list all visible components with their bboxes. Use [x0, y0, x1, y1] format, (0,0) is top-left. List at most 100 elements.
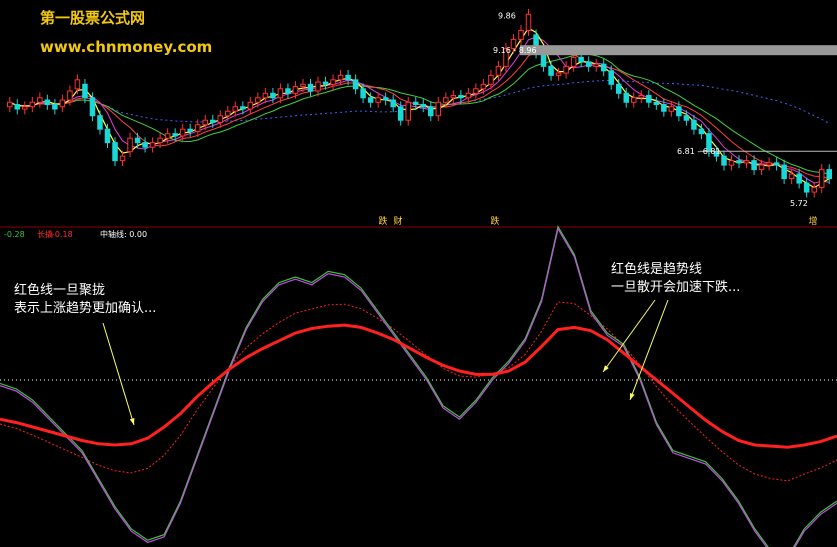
candle-body — [315, 81, 321, 92]
candle-body — [721, 155, 727, 166]
candle-body — [488, 74, 494, 85]
candle-body — [758, 164, 765, 171]
candle-body — [826, 169, 832, 180]
signal-marker: 财 — [393, 215, 402, 227]
candle-body — [232, 106, 239, 112]
candle-body — [44, 99, 51, 106]
candle-body — [578, 56, 584, 63]
candle-body — [803, 182, 810, 193]
candle-body — [225, 110, 231, 117]
candle-body — [157, 137, 163, 144]
candle-body — [82, 83, 88, 99]
candle-body — [74, 79, 81, 90]
legend-entry: -0.28 — [4, 230, 25, 239]
candle-body — [202, 119, 208, 126]
legend-entry: 中轴线: 0.00 — [100, 229, 147, 239]
candle-body — [382, 97, 389, 101]
signal-marker: 增 — [808, 215, 817, 227]
signal-marker: 跌 — [490, 216, 499, 227]
candle-body — [796, 173, 802, 184]
candle-body — [728, 160, 735, 166]
candle-body — [104, 128, 111, 144]
candle-body — [67, 90, 73, 101]
legend-entry: 长撬 — [37, 229, 53, 239]
candle-body — [149, 142, 156, 148]
candle-body — [480, 83, 487, 90]
price-band-upper — [520, 45, 837, 56]
candle-body — [255, 97, 261, 103]
candle-body — [360, 88, 366, 99]
candle-body — [330, 79, 336, 85]
candle-body — [435, 101, 442, 117]
candle-body — [37, 97, 43, 103]
signal-marker: 跌 — [378, 216, 387, 227]
candle-body — [7, 101, 13, 108]
candle-body — [112, 142, 118, 162]
candle-body — [458, 95, 464, 99]
candle-body — [277, 88, 284, 99]
candle-body — [450, 95, 457, 99]
candle-body — [187, 128, 193, 132]
candle-body — [570, 56, 577, 67]
candle-body — [345, 74, 351, 81]
candle-body — [285, 88, 291, 94]
candle-body — [818, 169, 825, 189]
candle-body — [638, 95, 645, 99]
candle-body — [495, 65, 502, 76]
legend-entry: -0.18 — [52, 230, 73, 239]
candle-body — [811, 187, 817, 193]
candle-body — [608, 70, 614, 85]
candle-body — [127, 137, 133, 153]
candle-body — [352, 79, 359, 90]
annotation-text: 红色线一旦聚拢 — [14, 282, 105, 298]
candle-body — [683, 115, 690, 121]
price-label-high: 9.86 — [498, 11, 516, 20]
annotation-text: 一旦散开会加速下跌... — [611, 279, 740, 295]
price-label-low: 5.72 — [790, 199, 808, 208]
chart-background — [0, 0, 837, 547]
candle-body — [97, 115, 103, 130]
candle-body — [646, 95, 652, 103]
candle-body — [473, 88, 479, 94]
candle-body — [593, 63, 599, 67]
candle-body — [668, 106, 675, 112]
candle-body — [661, 104, 667, 112]
candle-body — [240, 106, 246, 110]
candle-body — [691, 119, 697, 130]
candle-body — [194, 124, 201, 132]
candle-body — [59, 99, 66, 108]
candle-body — [29, 101, 36, 108]
candle-body — [52, 104, 58, 110]
candle-body — [548, 65, 554, 76]
candle-body — [262, 92, 269, 99]
annotation-text: 红色线是趋势线 — [611, 261, 702, 277]
candle-body — [743, 160, 750, 164]
candle-body — [631, 97, 637, 103]
candle-body — [585, 61, 592, 67]
candle-body — [292, 86, 299, 94]
candle-body — [179, 128, 186, 137]
candle-body — [89, 97, 96, 117]
candle-body — [751, 160, 757, 171]
candle-body — [247, 101, 254, 110]
candle-body — [217, 115, 224, 123]
candle-body — [22, 106, 28, 110]
stock-chart: 9.869.16 - 8.966.81 - 6.815.72跌财跌增 -0.28… — [0, 0, 837, 547]
candle-body — [119, 155, 126, 162]
candle-body — [623, 92, 630, 103]
candle-body — [736, 160, 742, 164]
watermark-url: www.chnmoney.com — [40, 38, 213, 56]
candle-body — [781, 164, 787, 180]
candle-body — [322, 81, 329, 85]
candle-body — [773, 162, 780, 166]
candle-body — [653, 101, 660, 106]
candle-body — [142, 142, 148, 148]
candle-body — [14, 104, 21, 110]
candle-body — [518, 29, 524, 40]
candle-body — [375, 97, 381, 103]
candle-body — [676, 106, 682, 117]
candle-body — [788, 173, 795, 180]
candle-body — [443, 97, 449, 103]
candle-body — [420, 104, 427, 108]
candle-body — [465, 92, 472, 99]
